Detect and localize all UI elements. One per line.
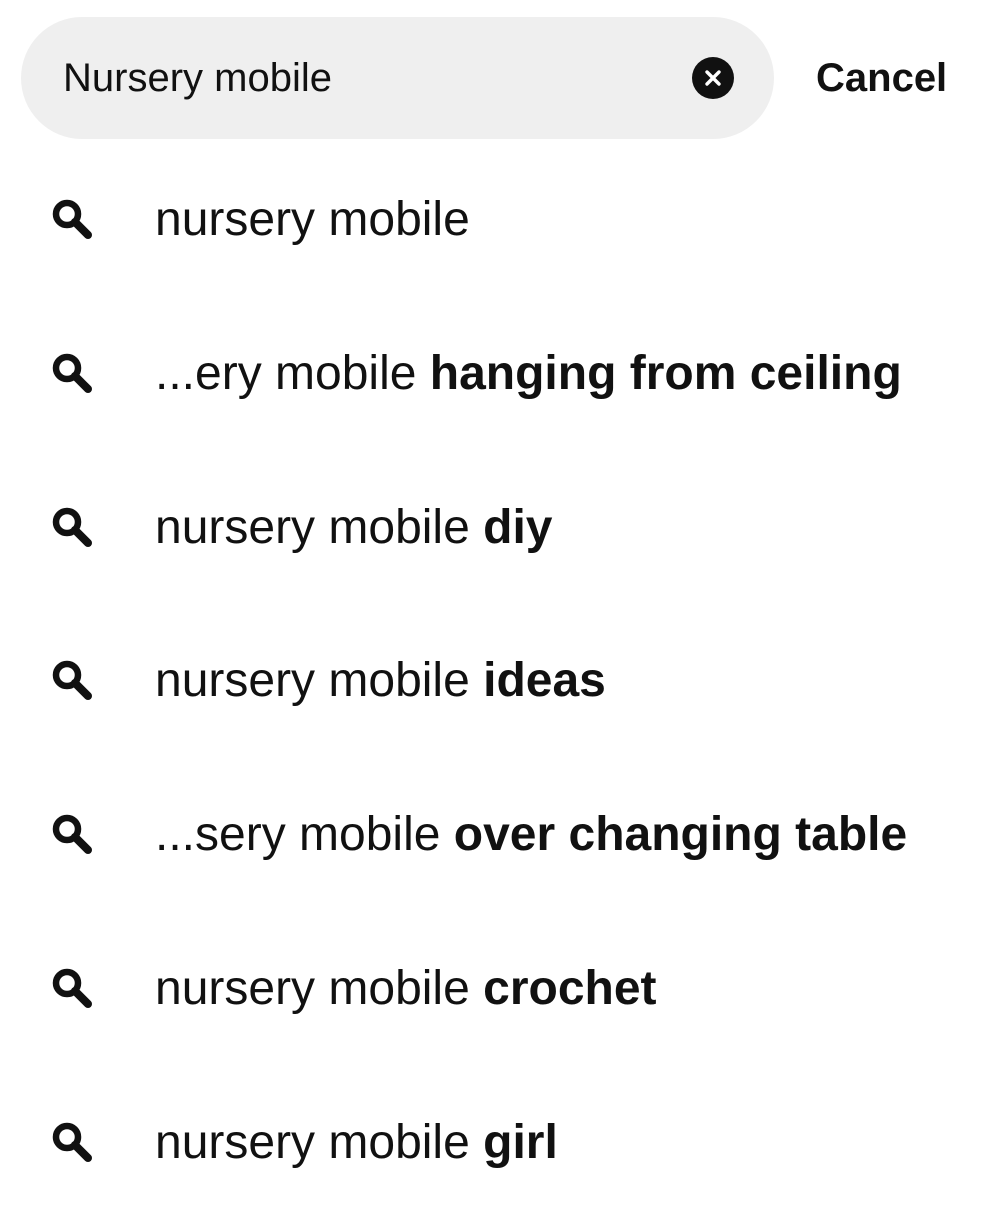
- clear-search-button[interactable]: [692, 57, 734, 99]
- suggestion-text: nursery mobile diy: [155, 498, 552, 558]
- suggestion-text: nursery mobile ideas: [155, 651, 606, 711]
- suggestion-prefix: ...sery mobile: [155, 808, 454, 862]
- suggestion-item[interactable]: nursery mobile diy: [0, 452, 1000, 606]
- suggestion-text: nursery mobile crochet: [155, 959, 657, 1019]
- suggestion-suffix: girl: [483, 1115, 558, 1169]
- suggestion-suffix: ideas: [483, 654, 606, 708]
- search-input[interactable]: [63, 17, 663, 139]
- search-icon: [52, 661, 92, 701]
- search-icon: [52, 507, 92, 547]
- suggestion-prefix: ...ery mobile: [155, 346, 430, 400]
- search-icon: [52, 968, 92, 1008]
- suggestion-prefix: nursery mobile: [155, 193, 470, 246]
- suggestion-item[interactable]: nursery mobile ideas: [0, 605, 1000, 759]
- suggestion-text: nursery mobile girl: [155, 1113, 558, 1173]
- suggestion-item[interactable]: ...sery mobile over changing table: [0, 759, 1000, 913]
- suggestion-list: nursery mobile ...ery mobile hanging fro…: [0, 144, 1000, 1221]
- close-circle-icon: [705, 70, 721, 86]
- suggestion-prefix: nursery mobile: [155, 500, 484, 554]
- suggestion-item[interactable]: nursery mobile girl: [0, 1067, 1000, 1221]
- suggestion-prefix: nursery mobile: [155, 1115, 484, 1169]
- suggestion-text: ...ery mobile hanging from ceiling: [155, 344, 902, 404]
- suggestion-suffix: crochet: [483, 961, 657, 1015]
- suggestion-text: ...sery mobile over changing table: [155, 805, 907, 865]
- search-box[interactable]: [21, 17, 774, 139]
- search-icon: [52, 199, 92, 239]
- suggestion-item[interactable]: ...ery mobile hanging from ceiling: [0, 298, 1000, 452]
- search-header: Cancel: [0, 0, 1000, 150]
- search-icon: [52, 353, 92, 393]
- search-icon: [52, 814, 92, 855]
- suggestion-text: nursery mobile: [155, 190, 470, 250]
- suggestion-suffix: hanging from ceiling: [429, 346, 902, 400]
- suggestion-suffix: diy: [483, 500, 553, 554]
- suggestion-item[interactable]: nursery mobile: [0, 144, 1000, 298]
- suggestion-prefix: nursery mobile: [155, 961, 484, 1015]
- suggestion-item[interactable]: nursery mobile crochet: [0, 913, 1000, 1067]
- cancel-button[interactable]: Cancel: [816, 52, 947, 104]
- suggestion-suffix: over changing table: [453, 808, 908, 862]
- search-icon: [52, 1122, 92, 1162]
- suggestion-prefix: nursery mobile: [155, 654, 484, 708]
